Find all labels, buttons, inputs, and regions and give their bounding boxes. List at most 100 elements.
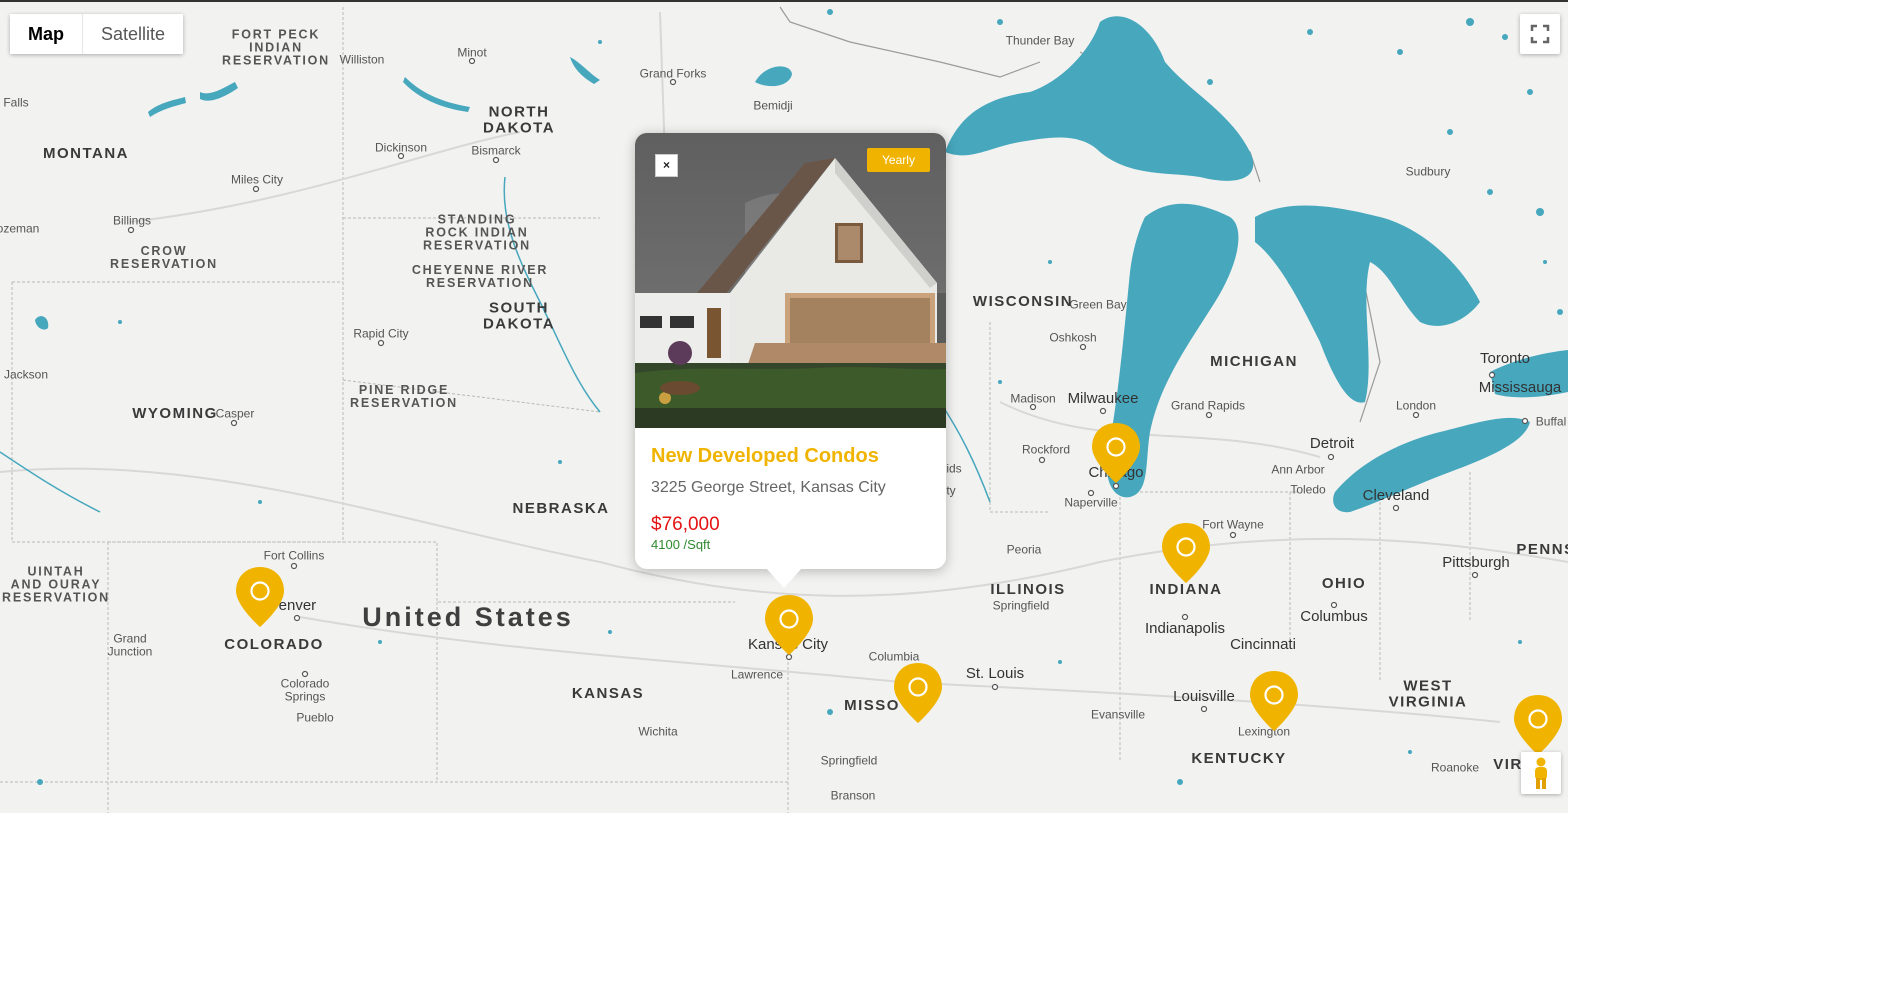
city-label: Dickinson <box>374 140 428 155</box>
map-marker-virginia[interactable] <box>1513 694 1563 756</box>
map-pin-icon <box>236 567 284 627</box>
city-label: Bismarck <box>471 143 521 158</box>
state-label-pennsylvania: PENNS <box>1516 541 1568 559</box>
city-label: Grand Forks <box>639 66 707 81</box>
city-label: Rapid City <box>353 326 409 341</box>
popup-close-button[interactable]: × <box>655 154 678 177</box>
city-label: Detroit <box>1309 435 1355 453</box>
city-label: Jackson <box>3 367 49 382</box>
map-marker-kentucky[interactable] <box>1249 670 1299 732</box>
fullscreen-button[interactable] <box>1520 14 1560 54</box>
state-label-wyoming: WYOMING <box>132 405 218 423</box>
map-pin-icon <box>1250 671 1298 731</box>
city-label: Madison <box>1010 391 1056 406</box>
state-label-kansas: KANSAS <box>571 685 645 703</box>
property-area: 4100 /Sqft <box>651 537 711 552</box>
map-pin-icon <box>1162 523 1210 583</box>
map-pin-icon <box>894 663 942 723</box>
city-label: Roanoke <box>1430 760 1480 775</box>
map-marker-indiana[interactable] <box>1161 522 1211 584</box>
city-label: Wichita <box>638 724 678 739</box>
state-label-illinois: ILLINOIS <box>990 581 1066 599</box>
city-label: Branson <box>830 788 876 803</box>
reservation-label-uintah: UINTAH AND OURAY RESERVATION <box>1 564 111 605</box>
reservation-label-pine-ridge: PINE RIDGE RESERVATION <box>349 382 459 410</box>
city-label: Milwaukee <box>1067 390 1139 408</box>
city-label: Lawrence <box>730 667 784 682</box>
map-marker-kansas-city[interactable] <box>764 594 814 656</box>
state-label-nebraska: NEBRASKA <box>512 500 610 518</box>
city-label: Pittsburgh <box>1442 554 1510 572</box>
state-label-indiana: INDIANA <box>1149 581 1223 599</box>
property-info-popup: × Yearly New Developed Condos 3225 Georg… <box>635 133 946 569</box>
city-label: ty <box>946 483 956 498</box>
house-photo <box>635 133 946 428</box>
state-label-kentucky: KENTUCKY <box>1191 750 1287 768</box>
city-label: Naperville <box>1064 495 1118 510</box>
reservation-label-standing-rock: STANDING ROCK INDIAN RESERVATION <box>422 212 532 253</box>
state-label-colorado: COLORADO <box>224 636 324 654</box>
map-pin-icon <box>1092 423 1140 483</box>
city-label: Fort Collins <box>263 548 325 563</box>
city-label: Bemidji <box>753 98 793 113</box>
property-price: $76,000 <box>651 514 720 535</box>
city-label: Peoria <box>1006 542 1042 557</box>
period-badge: Yearly <box>867 148 930 172</box>
country-label: United States <box>362 601 574 632</box>
city-label: Cincinnati <box>1230 636 1296 654</box>
map-type-satellite-button[interactable]: Satellite <box>83 14 184 54</box>
state-label-north-dakota: NORTH DAKOTA <box>482 103 556 136</box>
city-label: Ann Arbor <box>1271 462 1325 477</box>
city-label: Sudbury <box>1405 164 1451 179</box>
city-label: Oshkosh <box>1049 330 1097 345</box>
state-label-west-virginia: WEST VIRGINIA <box>1388 677 1468 710</box>
city-label: Evansville <box>1090 707 1146 722</box>
property-address: 3225 George Street, Kansas City <box>651 479 886 496</box>
city-label: Toronto <box>1479 350 1531 368</box>
map-type-control: Map Satellite <box>10 14 184 54</box>
city-label: Mississauga <box>1478 379 1562 397</box>
map-marker-colorado[interactable] <box>235 566 285 628</box>
city-label: ids <box>946 461 962 476</box>
city-label: Colorado Springs <box>280 676 330 703</box>
map-pin-icon <box>1514 695 1562 755</box>
city-label: Springfield <box>992 598 1050 613</box>
state-label-south-dakota: SOUTH DAKOTA <box>482 299 556 332</box>
city-label: Williston <box>339 52 385 67</box>
city-label: St. Louis <box>965 665 1025 683</box>
city-label: London <box>1395 398 1437 413</box>
city-label: Indianapolis <box>1144 620 1226 638</box>
city-label: Springfield <box>820 753 878 768</box>
popup-pointer <box>766 568 802 588</box>
reservation-label-cheyenne-river: CHEYENNE RIVER RESERVATION <box>411 262 549 290</box>
state-label-virginia: VIR <box>1493 756 1523 774</box>
city-label: Grand Junction <box>107 631 153 658</box>
fullscreen-icon <box>1530 24 1550 44</box>
city-label: Green Bay <box>1069 297 1127 312</box>
map-type-map-button[interactable]: Map <box>10 14 83 54</box>
city-label: Pueblo <box>296 710 334 725</box>
street-view-button[interactable] <box>1521 752 1561 794</box>
city-label: Minot <box>457 45 487 60</box>
city-label: Fort Wayne <box>1202 517 1264 532</box>
map-canvas[interactable]: MONTANA NORTH DAKOTA SOUTH DAKOTA WYOMIN… <box>0 0 1568 813</box>
property-image[interactable]: × Yearly <box>635 133 946 428</box>
city-label: Grand Rapids <box>1170 398 1246 413</box>
street-view-pegman-icon <box>1535 757 1547 789</box>
state-label-montana: MONTANA <box>42 145 130 163</box>
city-label: Casper <box>215 406 255 421</box>
map-pin-icon <box>765 595 813 655</box>
city-label: Thunder Bay <box>1005 33 1075 48</box>
city-label: ozeman <box>0 221 40 236</box>
city-label: Toledo <box>1290 482 1326 497</box>
reservation-label-fort-peck: FORT PECK INDIAN RESERVATION <box>221 27 331 68</box>
city-label: Billings <box>112 213 152 228</box>
property-title[interactable]: New Developed Condos <box>651 445 879 468</box>
map-marker-chicago[interactable] <box>1091 422 1141 484</box>
city-label: Columbus <box>1300 608 1368 626</box>
city-label: Louisville <box>1173 688 1235 706</box>
map-marker-missouri[interactable] <box>893 662 943 724</box>
city-label: Miles City <box>230 172 284 187</box>
state-label-missouri: MISSO <box>844 697 900 715</box>
state-label-wisconsin: WISCONSIN <box>972 293 1074 311</box>
